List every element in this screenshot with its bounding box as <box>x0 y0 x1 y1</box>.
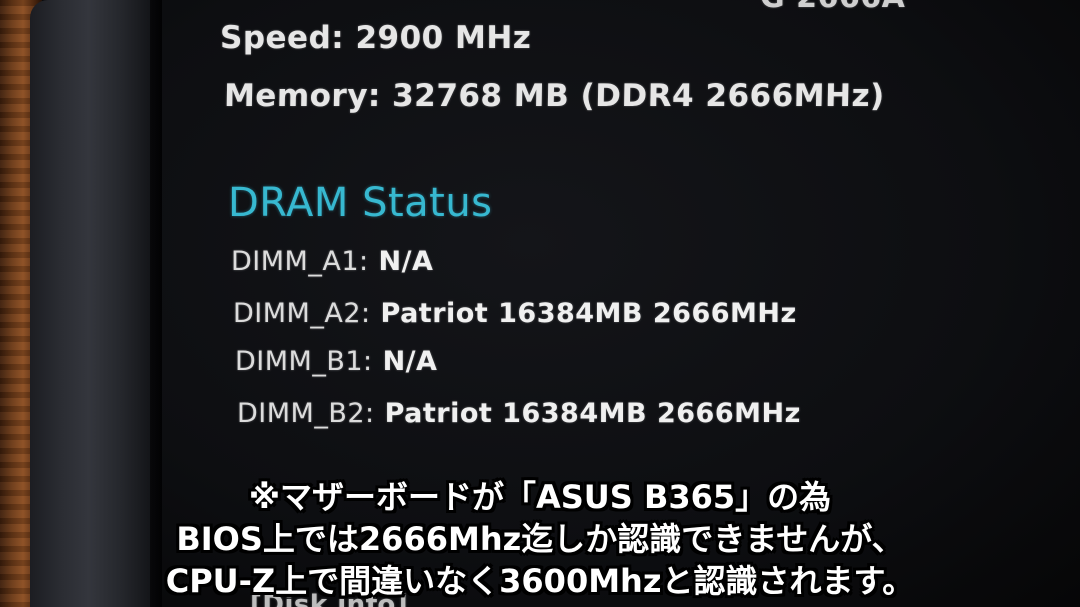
dimm-slot-value: Patriot 16384MB 2666MHz <box>380 298 797 329</box>
caption-line-2: BIOS上では2666Mhz迄しか認識できませんが、 <box>176 520 904 558</box>
caption-line-1: ※マザーボードが「ASUS B365」の為 <box>248 478 832 516</box>
cpu-speed-text: Speed: 2900 MHz <box>220 20 532 56</box>
dimm-slot-label: DIMM_A1: <box>231 246 369 277</box>
caption-line-3: CPU-Z上で間違いなく3600Mhzと認識されます。 <box>165 562 915 600</box>
dimm-row-a2: DIMM_A2: Patriot 16384MB 2666MHz <box>233 298 797 329</box>
bios-title-fragment: G 2666A <box>760 0 905 15</box>
dimm-slot-value: Patriot 16384MB 2666MHz <box>384 398 801 429</box>
dimm-row-b1: DIMM_B1: N/A <box>235 346 437 377</box>
dimm-row-a1: DIMM_A1: N/A <box>231 246 433 277</box>
dimm-row-b2: DIMM_B2: Patriot 16384MB 2666MHz <box>237 398 801 429</box>
photo-scene: G 2666A Speed: 2900 MHz Memory: 32768 MB… <box>0 0 1080 607</box>
dimm-slot-label: DIMM_A2: <box>233 298 371 329</box>
dram-status-heading: DRAM Status <box>228 180 493 226</box>
dimm-slot-label: DIMM_B1: <box>235 346 373 377</box>
dimm-slot-value: N/A <box>382 346 438 377</box>
memory-text: Memory: 32768 MB (DDR4 2666MHz) <box>223 78 886 114</box>
dimm-slot-label: DIMM_B2: <box>237 398 375 429</box>
dimm-slot-value: N/A <box>378 246 434 277</box>
